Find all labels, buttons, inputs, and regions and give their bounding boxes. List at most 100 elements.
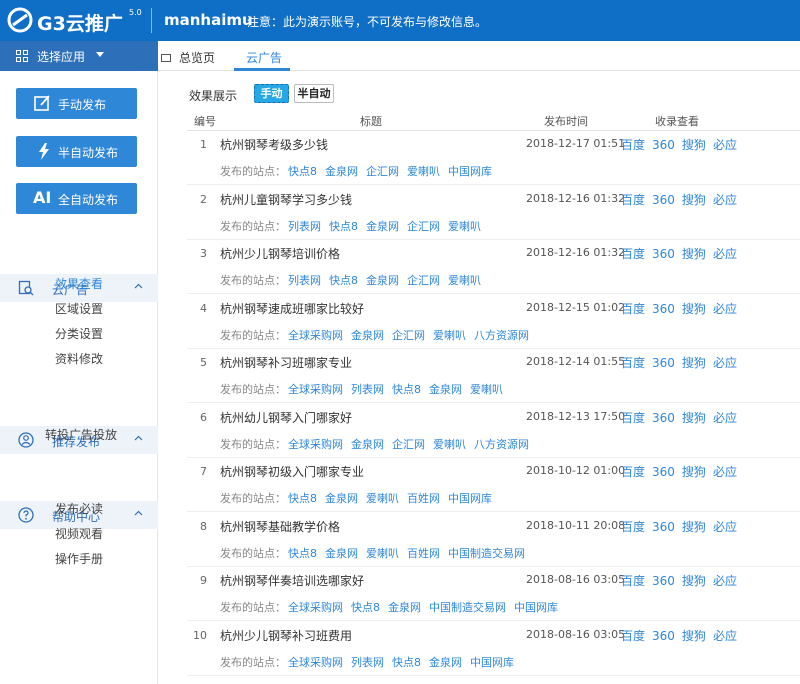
engine-link[interactable]: 必应 <box>713 629 737 643</box>
app-select-dropdown[interactable]: 选择应用 <box>0 41 158 71</box>
site-link[interactable]: 金泉网 <box>325 492 358 505</box>
site-link[interactable]: 八方资源网 <box>474 438 529 451</box>
row-title[interactable]: 杭州钢琴考级多少钱 <box>220 136 328 153</box>
site-link[interactable]: 中国网库 <box>470 656 514 669</box>
site-link[interactable]: 金泉网 <box>366 274 399 287</box>
site-link[interactable]: 爱喇叭 <box>366 492 399 505</box>
row-title[interactable]: 杭州幼儿钢琴入门哪家好 <box>220 409 352 426</box>
engine-link[interactable]: 360 <box>652 302 675 316</box>
site-link[interactable]: 金泉网 <box>429 383 462 396</box>
site-link[interactable]: 中国制造交易网 <box>448 547 525 560</box>
engine-link[interactable]: 360 <box>652 520 675 534</box>
engine-link[interactable]: 必应 <box>713 193 737 207</box>
row-title[interactable]: 杭州儿童钢琴学习多少钱 <box>220 191 352 208</box>
site-link[interactable]: 企汇网 <box>366 165 399 178</box>
engine-link[interactable]: 搜狗 <box>682 247 706 261</box>
row-title[interactable]: 杭州少儿钢琴培训价格 <box>220 245 340 262</box>
engine-link[interactable]: 百度 <box>621 356 645 370</box>
site-link[interactable]: 中国制造交易网 <box>429 601 506 614</box>
site-link[interactable]: 快点8 <box>288 547 317 560</box>
sidebar-item-publish-guide[interactable]: 发布必读 <box>55 500 103 517</box>
engine-link[interactable]: 360 <box>652 247 675 261</box>
sidebar-item-transfer-ads[interactable]: 转投广告投放 <box>45 426 117 443</box>
site-link[interactable]: 金泉网 <box>388 601 421 614</box>
site-link[interactable]: 全球采购网 <box>288 656 343 669</box>
sidebar-item-video[interactable]: 视频观看 <box>55 525 103 542</box>
full-auto-publish-button[interactable]: AI 全自动发布 <box>16 183 137 214</box>
engine-link[interactable]: 360 <box>652 574 675 588</box>
mode-manual-button[interactable]: 手动 <box>254 84 289 103</box>
site-link[interactable]: 全球采购网 <box>288 601 343 614</box>
site-link[interactable]: 爱喇叭 <box>448 274 481 287</box>
manual-publish-button[interactable]: 手动发布 <box>16 88 137 119</box>
engine-link[interactable]: 360 <box>652 411 675 425</box>
engine-link[interactable]: 搜狗 <box>682 193 706 207</box>
engine-link[interactable]: 必应 <box>713 138 737 152</box>
row-title[interactable]: 杭州钢琴伴奏培训选哪家好 <box>220 572 364 589</box>
site-link[interactable]: 企汇网 <box>407 220 440 233</box>
site-link[interactable]: 百姓网 <box>407 547 440 560</box>
site-link[interactable]: 金泉网 <box>325 165 358 178</box>
site-link[interactable]: 爱喇叭 <box>448 220 481 233</box>
site-link[interactable]: 爱喇叭 <box>433 438 466 451</box>
site-link[interactable]: 爱喇叭 <box>407 165 440 178</box>
site-link[interactable]: 百姓网 <box>407 492 440 505</box>
sidebar-item-manual[interactable]: 操作手册 <box>55 550 103 567</box>
site-link[interactable]: 快点8 <box>288 165 317 178</box>
site-link[interactable]: 金泉网 <box>429 656 462 669</box>
tab-overview[interactable]: 总览页 <box>161 49 215 66</box>
site-link[interactable]: 金泉网 <box>351 438 384 451</box>
site-link[interactable]: 爱喇叭 <box>366 547 399 560</box>
sidebar-item-category[interactable]: 分类设置 <box>55 325 103 342</box>
row-title[interactable]: 杭州钢琴初级入门哪家专业 <box>220 463 364 480</box>
engine-link[interactable]: 360 <box>652 356 675 370</box>
mode-semi-button[interactable]: 半自动 <box>294 84 334 103</box>
engine-link[interactable]: 搜狗 <box>682 138 706 152</box>
engine-link[interactable]: 360 <box>652 465 675 479</box>
engine-link[interactable]: 百度 <box>621 302 645 316</box>
site-link[interactable]: 列表网 <box>351 383 384 396</box>
engine-link[interactable]: 搜狗 <box>682 520 706 534</box>
site-link[interactable]: 快点8 <box>329 274 358 287</box>
engine-link[interactable]: 百度 <box>621 520 645 534</box>
row-title[interactable]: 杭州钢琴补习班哪家专业 <box>220 354 352 371</box>
site-link[interactable]: 企汇网 <box>392 329 425 342</box>
site-link[interactable]: 全球采购网 <box>288 438 343 451</box>
engine-link[interactable]: 搜狗 <box>682 302 706 316</box>
engine-link[interactable]: 必应 <box>713 302 737 316</box>
row-title[interactable]: 杭州钢琴基础教学价格 <box>220 518 340 535</box>
engine-link[interactable]: 360 <box>652 193 675 207</box>
tab-cloud-ads[interactable]: 云广告 <box>246 49 282 66</box>
engine-link[interactable]: 搜狗 <box>682 411 706 425</box>
engine-link[interactable]: 搜狗 <box>682 629 706 643</box>
engine-link[interactable]: 必应 <box>713 247 737 261</box>
site-link[interactable]: 快点8 <box>392 383 421 396</box>
site-link[interactable]: 爱喇叭 <box>470 383 503 396</box>
engine-link[interactable]: 搜狗 <box>682 465 706 479</box>
site-link[interactable]: 企汇网 <box>392 438 425 451</box>
site-link[interactable]: 金泉网 <box>366 220 399 233</box>
engine-link[interactable]: 百度 <box>621 247 645 261</box>
engine-link[interactable]: 百度 <box>621 465 645 479</box>
site-link[interactable]: 列表网 <box>288 220 321 233</box>
site-link[interactable]: 中国网库 <box>448 492 492 505</box>
engine-link[interactable]: 百度 <box>621 193 645 207</box>
site-link[interactable]: 快点8 <box>351 601 380 614</box>
engine-link[interactable]: 百度 <box>621 411 645 425</box>
row-title[interactable]: 杭州少儿钢琴补习班费用 <box>220 627 352 644</box>
site-link[interactable]: 爱喇叭 <box>433 329 466 342</box>
engine-link[interactable]: 必应 <box>713 574 737 588</box>
engine-link[interactable]: 360 <box>652 629 675 643</box>
engine-link[interactable]: 必应 <box>713 411 737 425</box>
site-link[interactable]: 快点8 <box>288 492 317 505</box>
site-link[interactable]: 中国网库 <box>514 601 558 614</box>
site-link[interactable]: 列表网 <box>288 274 321 287</box>
sidebar-item-region[interactable]: 区域设置 <box>55 300 103 317</box>
sidebar-item-profile[interactable]: 资料修改 <box>55 350 103 367</box>
site-link[interactable]: 列表网 <box>351 656 384 669</box>
semi-auto-publish-button[interactable]: 半自动发布 <box>16 136 137 167</box>
row-title[interactable]: 杭州钢琴速成班哪家比较好 <box>220 300 364 317</box>
site-link[interactable]: 金泉网 <box>351 329 384 342</box>
site-link[interactable]: 全球采购网 <box>288 383 343 396</box>
site-link[interactable]: 八方资源网 <box>474 329 529 342</box>
